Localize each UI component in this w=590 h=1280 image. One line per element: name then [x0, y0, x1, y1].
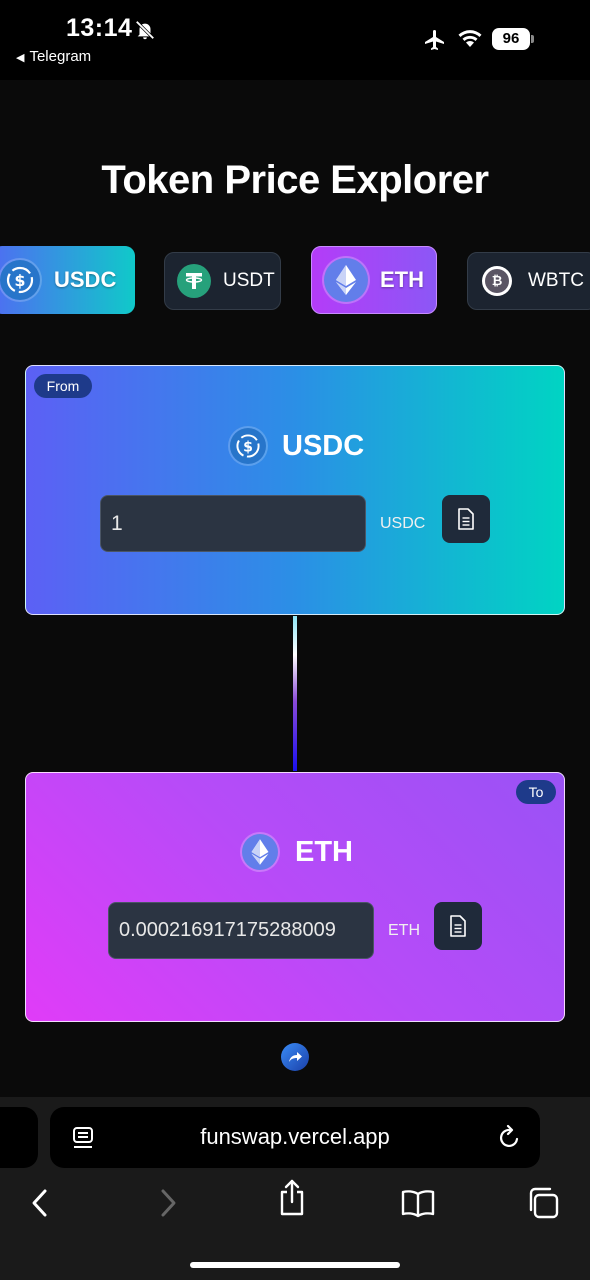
from-card: [25, 365, 565, 615]
swap-connector-line: [293, 616, 297, 771]
to-token-name: ETH: [295, 835, 353, 868]
token-chip-label: USDT: [223, 270, 275, 291]
url-text: funswap.vercel.app: [200, 1124, 390, 1149]
back-triangle-icon: ◀: [16, 52, 25, 64]
token-chip-label: ETH: [380, 267, 424, 292]
token-chip-label: WBTC: [528, 270, 584, 291]
usdt-icon: [177, 264, 211, 298]
token-chip-usdt[interactable]: USDT: [164, 252, 281, 310]
document-icon: [458, 508, 474, 530]
battery-icon: 96: [492, 28, 534, 50]
from-token-header: $ USDC: [230, 426, 364, 466]
to-badge: To: [516, 780, 556, 804]
back-app-label: Telegram: [29, 48, 92, 65]
previous-tab-preview[interactable]: [0, 1107, 38, 1168]
from-unit-label: USDC: [380, 515, 426, 532]
airplane-icon: [425, 30, 444, 50]
from-amount-input[interactable]: 1: [100, 495, 366, 552]
to-card: [25, 772, 565, 1022]
usdc-icon: $: [230, 428, 266, 464]
wbtc-icon: ₿: [482, 266, 512, 296]
battery-level: 96: [492, 28, 530, 50]
page-title: Token Price Explorer: [101, 158, 489, 202]
wifi-icon: [458, 30, 482, 47]
usdc-icon: $: [0, 260, 40, 300]
token-chip-label: USDC: [54, 267, 117, 292]
to-token-header: ETH: [242, 832, 353, 872]
bell-muted-icon: [135, 20, 155, 40]
status-time: 13:14: [66, 14, 133, 42]
eth-icon: [324, 258, 368, 302]
token-chip-eth[interactable]: ETH: [311, 246, 437, 314]
share-icon[interactable]: [281, 1043, 309, 1071]
to-amount-output[interactable]: 0.000216917175288009: [108, 902, 374, 959]
share-sheet-icon[interactable]: [272, 1179, 312, 1216]
back-icon[interactable]: [20, 1185, 60, 1221]
token-chip-wbtc[interactable]: ₿ WBTC: [467, 252, 590, 310]
home-indicator: [190, 1262, 400, 1268]
bookmarks-icon[interactable]: [398, 1185, 438, 1221]
from-copy-button[interactable]: [442, 495, 490, 543]
svg-text:$: $: [243, 439, 253, 455]
forward-icon[interactable]: [148, 1185, 188, 1221]
svg-text:$: $: [14, 271, 25, 290]
eth-icon: [242, 834, 278, 870]
from-token-name: USDC: [282, 429, 365, 462]
to-copy-button[interactable]: [434, 902, 482, 950]
document-icon: [450, 915, 466, 937]
back-to-app-link[interactable]: ◀ Telegram: [16, 48, 91, 65]
from-badge: From: [34, 374, 92, 398]
to-unit-label: ETH: [388, 922, 420, 939]
reload-icon[interactable]: [497, 1124, 523, 1152]
token-chip-usdc[interactable]: $ USDC: [0, 246, 135, 314]
tabs-icon[interactable]: [523, 1185, 563, 1221]
